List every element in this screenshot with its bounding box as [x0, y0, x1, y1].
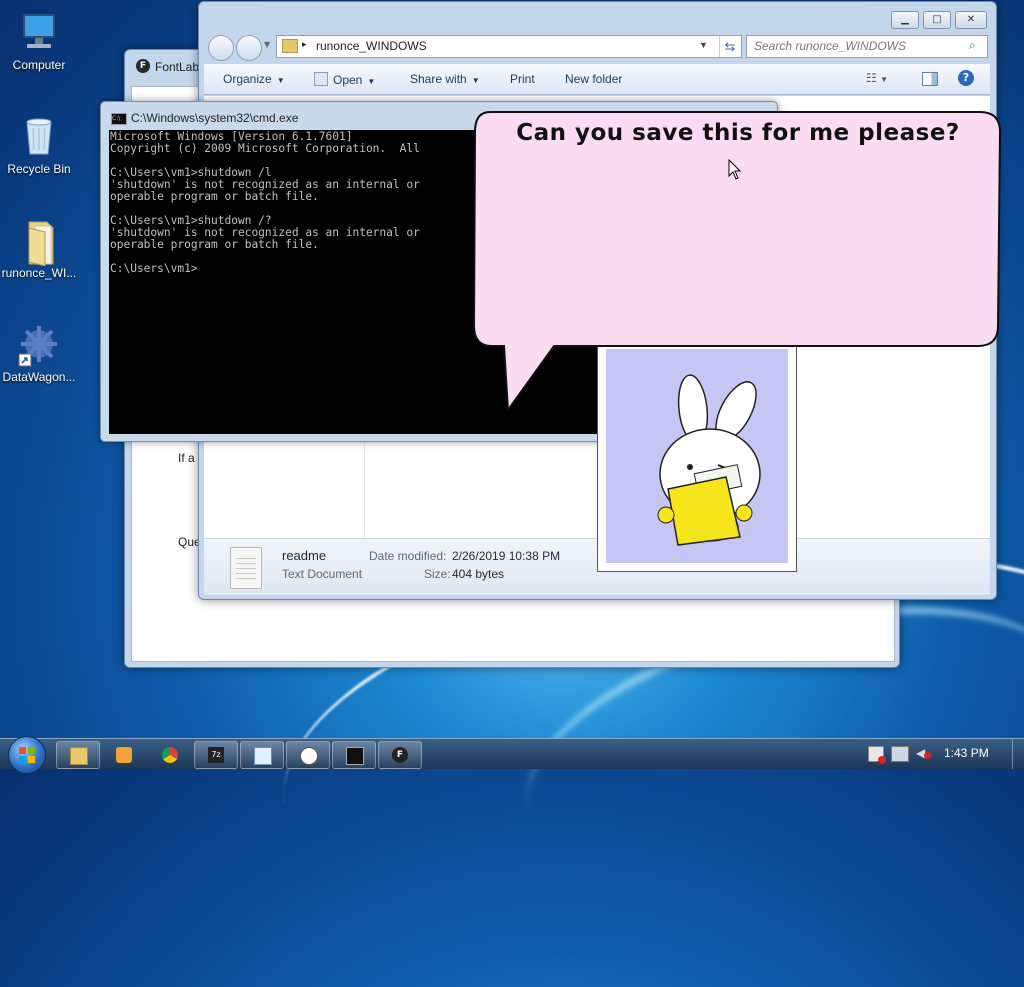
- clock[interactable]: 1:43 PM: [944, 746, 989, 760]
- network-icon[interactable]: [891, 746, 909, 762]
- datawagon-icon: [17, 322, 61, 367]
- console-line: Copyright (c) 2009 Microsoft Corporation…: [110, 142, 420, 155]
- file-name: readme: [282, 548, 327, 563]
- size-label: Size:: [424, 567, 451, 581]
- media-player-icon: [116, 747, 132, 763]
- share-with-button[interactable]: Share with ▼: [410, 72, 480, 86]
- view-options-icon[interactable]: ☷ ▼: [866, 71, 888, 85]
- desktop-icon-label: runonce_WI...: [1, 266, 77, 280]
- chrome-icon: [162, 747, 178, 763]
- desktop-icon-recycle-bin[interactable]: Recycle Bin: [0, 114, 78, 176]
- breadcrumb-arrow-icon: ▸: [302, 39, 307, 49]
- start-button[interactable]: [8, 736, 46, 774]
- taskbar-chrome[interactable]: [148, 741, 192, 769]
- preview-pane-icon[interactable]: [922, 72, 938, 86]
- file-type: Text Document: [282, 567, 363, 581]
- new-folder-button[interactable]: New folder: [565, 72, 622, 86]
- explorer-toolbar: Organize ▼ Open ▼ Share with ▼ Print New fo…: [204, 64, 990, 95]
- size-value: 404 bytes: [452, 567, 505, 581]
- text-document-icon: [230, 547, 262, 589]
- taskbar-fontlab[interactable]: F: [378, 741, 422, 769]
- date-modified-value: 2/26/2019 10:38 PM: [452, 549, 561, 563]
- share-with-label: Share with: [410, 72, 467, 86]
- column-divider: [364, 440, 365, 538]
- notepad-icon: [314, 72, 328, 86]
- refresh-icon[interactable]: ⇆: [719, 36, 740, 57]
- speech-bubble: [472, 111, 1002, 413]
- date-modified-label: Date modified:: [369, 549, 447, 563]
- desktop-icon-label: Computer: [12, 58, 66, 72]
- organize-label: Organize: [223, 72, 272, 86]
- desktop-icon-datawagon[interactable]: DataWagon...: [0, 322, 78, 384]
- 7zip-icon: 7z: [208, 747, 224, 763]
- print-button[interactable]: Print: [510, 72, 535, 86]
- window-title: C:\Windows\system32\cmd.exe: [131, 111, 299, 125]
- taskbar-notepad[interactable]: [240, 741, 284, 769]
- console-line: operable program or batch file.: [110, 190, 319, 203]
- fontlab-icon: F: [136, 59, 150, 73]
- window-title: FontLab: [155, 60, 200, 74]
- taskbar-mascot[interactable]: [286, 741, 330, 769]
- mascot-icon: [300, 747, 318, 765]
- address-path: runonce_WINDOWS: [316, 39, 427, 53]
- fontlab-text-line: If a: [178, 451, 195, 465]
- taskbar-cmd[interactable]: [332, 741, 376, 769]
- taskbar-7zip[interactable]: 7z: [194, 741, 238, 769]
- console-line: C:\Users\vm1>: [110, 262, 198, 275]
- show-desktop-button[interactable]: [1012, 739, 1024, 769]
- address-bar[interactable]: ▸ runonce_WINDOWS ▼ ⇆: [276, 35, 742, 58]
- desktop-icon-computer[interactable]: Computer: [0, 10, 78, 72]
- folder-icon: [282, 39, 298, 53]
- address-dropdown-icon[interactable]: ▼: [699, 40, 708, 50]
- open-label: Open: [333, 73, 363, 87]
- console-output: Microsoft Windows [Version 6.1.7601] Copy…: [110, 131, 490, 431]
- minimize-button[interactable]: ▁: [891, 11, 919, 29]
- action-center-icon[interactable]: [868, 746, 886, 764]
- volume-icon[interactable]: ◀: [916, 746, 931, 760]
- popup-message: Can you save this for me please?: [516, 120, 960, 146]
- desktop-icon-runonce-folder[interactable]: runonce_WI...: [0, 218, 78, 280]
- taskbar-explorer[interactable]: [56, 741, 100, 769]
- recycle-bin-icon: [17, 114, 61, 158]
- search-icon[interactable]: ⌕: [969, 38, 976, 53]
- desktop-icon-label: DataWagon...: [2, 370, 76, 384]
- console-line: operable program or batch file.: [110, 238, 319, 251]
- fontlab-icon: F: [392, 747, 408, 763]
- search-placeholder: Search runonce_WINDOWS: [754, 39, 907, 53]
- explorer-icon: [70, 747, 88, 765]
- taskbar: 7z F ◀ 1:43 PM: [0, 736, 1024, 774]
- cmd-icon: C:\: [111, 113, 127, 125]
- recent-pages-icon[interactable]: ▼: [264, 40, 270, 49]
- open-button[interactable]: Open ▼: [314, 72, 375, 87]
- maximize-button[interactable]: □: [923, 11, 951, 29]
- folder-icon: [17, 218, 61, 267]
- close-button[interactable]: ✕: [955, 11, 987, 29]
- search-input[interactable]: Search runonce_WINDOWS ⌕: [746, 35, 988, 58]
- back-button[interactable]: [208, 35, 234, 61]
- desktop-icon-label: Recycle Bin: [7, 162, 71, 176]
- computer-icon: [17, 10, 61, 54]
- taskbar-media-player[interactable]: [102, 741, 146, 769]
- organize-button[interactable]: Organize ▼: [223, 72, 285, 86]
- forward-button[interactable]: [236, 35, 262, 61]
- help-icon[interactable]: ?: [958, 70, 974, 86]
- notepad-icon: [254, 747, 272, 765]
- mouse-cursor-icon: [728, 159, 742, 180]
- cmd-icon: [346, 747, 364, 765]
